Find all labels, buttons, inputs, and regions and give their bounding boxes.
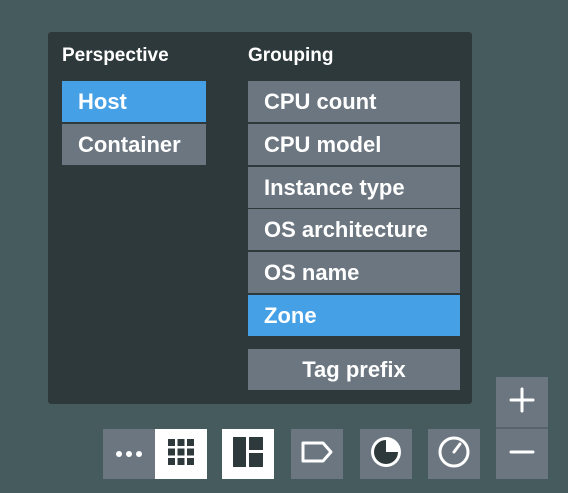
grid-view-button[interactable] — [155, 429, 207, 479]
zoom-in-button[interactable] — [496, 377, 548, 427]
more-icon — [115, 445, 143, 463]
layout-view-button[interactable] — [222, 429, 274, 479]
grouping-option-instance-type[interactable]: Instance type — [248, 167, 460, 208]
more-button[interactable] — [103, 429, 155, 479]
perspective-heading: Perspective — [62, 45, 169, 66]
grouping-option-zone[interactable]: Zone — [248, 295, 460, 336]
tag-button[interactable] — [291, 429, 343, 479]
perspective-option-container[interactable]: Container — [62, 124, 206, 165]
pie-chart-button[interactable] — [360, 429, 412, 479]
settings-panel: Perspective Grouping Host Container CPU … — [48, 32, 472, 404]
grouping-heading: Grouping — [248, 45, 334, 66]
pie-chart-icon — [369, 435, 403, 474]
zoom-out-button[interactable] — [496, 429, 548, 479]
grouping-option-cpu-count[interactable]: CPU count — [248, 81, 460, 122]
plus-icon — [509, 387, 535, 418]
clock-button[interactable] — [428, 429, 480, 479]
grouping-option-cpu-model[interactable]: CPU model — [248, 124, 460, 165]
clock-icon — [437, 435, 471, 474]
layout-icon — [232, 436, 264, 473]
perspective-option-host[interactable]: Host — [62, 81, 206, 122]
grid-icon — [167, 438, 195, 471]
tag-prefix-button[interactable]: Tag prefix — [248, 349, 460, 390]
grouping-option-os-architecture[interactable]: OS architecture — [248, 209, 460, 250]
grouping-option-os-name[interactable]: OS name — [248, 252, 460, 293]
tag-icon — [300, 440, 334, 469]
minus-icon — [509, 439, 535, 470]
